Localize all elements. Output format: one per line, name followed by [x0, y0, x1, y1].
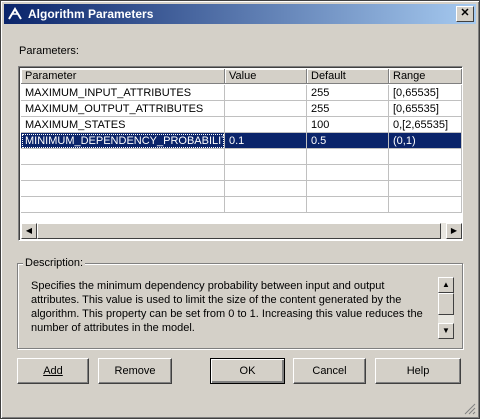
cell-value[interactable] [225, 85, 307, 101]
help-button[interactable]: Help [375, 358, 461, 384]
column-header-value[interactable]: Value [225, 69, 307, 84]
scroll-up-button[interactable]: ▲ [438, 277, 454, 293]
table-row[interactable]: MAXIMUM_STATES 100 0,[2,65535] [21, 117, 462, 133]
cell-range: [0,65535] [389, 101, 462, 117]
cell-parameter: MAXIMUM_OUTPUT_ATTRIBUTES [21, 101, 225, 117]
table-row-empty[interactable] [21, 165, 462, 181]
cell-default: 255 [307, 101, 389, 117]
arrow-left-icon: ◀ [25, 226, 33, 235]
cancel-button[interactable]: Cancel [293, 358, 366, 384]
close-icon: ✕ [460, 7, 470, 19]
cell-default: 255 [307, 85, 389, 101]
table-row[interactable]: MAXIMUM_OUTPUT_ATTRIBUTES 255 [0,65535] [21, 101, 462, 117]
column-header-range[interactable]: Range [389, 69, 462, 84]
cell-range: 0,[2,65535] [389, 117, 462, 133]
algorithm-parameters-dialog: Algorithm Parameters ✕ Parameters: Param… [0, 0, 480, 419]
grid-header: Parameter Value Default Range [21, 69, 462, 85]
table-row-empty[interactable] [21, 149, 462, 165]
description-scrollbar[interactable]: ▲ ▼ [438, 277, 454, 339]
column-header-default[interactable]: Default [307, 69, 389, 84]
cell-default: 100 [307, 117, 389, 133]
ok-button[interactable]: OK [210, 358, 285, 384]
scroll-right-button[interactable]: ▶ [446, 223, 462, 239]
table-row-empty[interactable] [21, 197, 462, 213]
cell-parameter: MINIMUM_DEPENDENCY_PROBABILITY [21, 133, 225, 149]
resize-grip-icon[interactable] [464, 403, 476, 415]
arrow-up-icon: ▲ [442, 280, 450, 289]
cell-range: (0,1) [389, 133, 462, 149]
title-bar: Algorithm Parameters ✕ [4, 4, 476, 24]
table-row-selected[interactable]: MINIMUM_DEPENDENCY_PROBABILITY 0.1 0.5 (… [21, 133, 462, 149]
cell-range: [0,65535] [389, 85, 462, 101]
table-row[interactable]: MAXIMUM_INPUT_ATTRIBUTES 255 [0,65535] [21, 85, 462, 101]
cell-parameter: MAXIMUM_STATES [21, 117, 225, 133]
parameters-grid[interactable]: Parameter Value Default Range MAXIMUM_IN… [18, 66, 463, 241]
table-row-empty[interactable] [21, 181, 462, 197]
parameters-label: Parameters: [19, 45, 79, 57]
arrow-down-icon: ▼ [442, 326, 450, 335]
cell-value[interactable] [225, 117, 307, 133]
description-text: Specifies the minimum dependency probabi… [31, 280, 423, 334]
scroll-thumb[interactable] [37, 223, 441, 239]
add-button[interactable]: Add [17, 358, 89, 384]
scroll-down-button[interactable]: ▼ [438, 323, 454, 339]
cell-parameter: MAXIMUM_INPUT_ATTRIBUTES [21, 85, 225, 101]
window-title: Algorithm Parameters [28, 7, 154, 21]
scroll-left-button[interactable]: ◀ [21, 223, 37, 239]
scroll-thumb[interactable] [438, 293, 454, 315]
cell-value[interactable] [225, 101, 307, 117]
description-label: Description: [23, 257, 86, 269]
remove-button[interactable]: Remove [98, 358, 172, 384]
horizontal-scrollbar[interactable]: ◀ ▶ [21, 223, 462, 239]
cell-default: 0.5 [307, 133, 389, 149]
close-button[interactable]: ✕ [456, 6, 474, 22]
app-icon [8, 7, 22, 20]
cell-value[interactable]: 0.1 [225, 133, 307, 149]
column-header-parameter[interactable]: Parameter [21, 69, 225, 84]
arrow-right-icon: ▶ [450, 226, 458, 235]
